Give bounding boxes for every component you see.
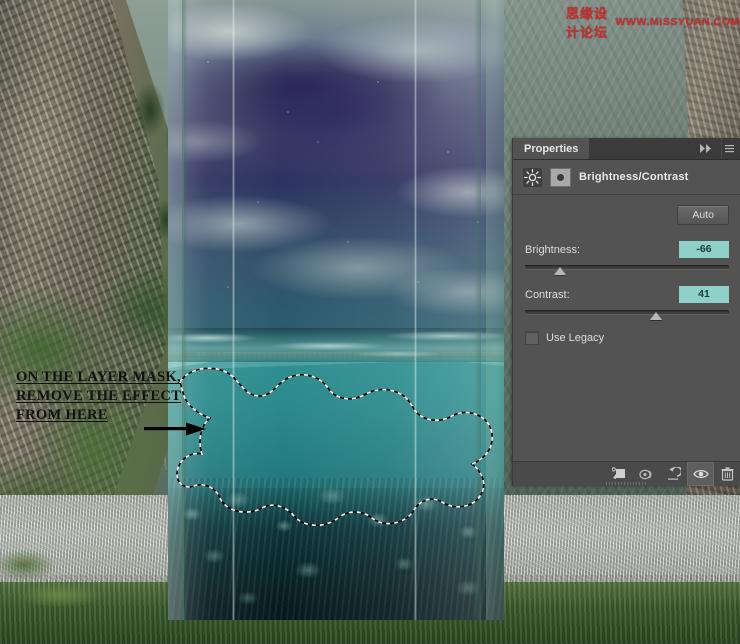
glass-bottle-composite <box>168 0 504 620</box>
tab-bar-filler <box>590 138 692 159</box>
photoshop-canvas-screenshot: ON THE LAYER MASK, REMOVE THE EFFECT FRO… <box>0 0 740 644</box>
delete-trash-icon[interactable] <box>714 462 740 486</box>
auto-button[interactable]: Auto <box>677 205 729 225</box>
bottle-glass-edge-right-inner <box>474 0 481 620</box>
panel-body: Auto Brightness: -66 Contrast: 41 Use Le… <box>513 195 740 460</box>
brightness-slider-thumb[interactable] <box>553 267 566 275</box>
contrast-control: Contrast: 41 <box>525 286 729 320</box>
contrast-label: Contrast: <box>525 288 570 301</box>
bottle-wave-highlights <box>168 326 504 364</box>
double-chevron-right-icon[interactable] <box>692 138 721 159</box>
brightness-control-top: Brightness: -66 <box>525 241 729 258</box>
toggle-visibility-eye-icon[interactable] <box>687 462 714 486</box>
watermark: 思缘设计论坛 WWW.MISSYUAN.COM <box>566 3 740 41</box>
reset-icon[interactable] <box>660 462 687 486</box>
use-legacy-row[interactable]: Use Legacy <box>525 331 729 345</box>
panel-menu-icon[interactable] <box>721 138 740 159</box>
contrast-slider-track[interactable] <box>525 310 729 320</box>
tab-properties-label: Properties <box>524 142 579 155</box>
annotation-line-2: REMOVE THE EFFECT <box>16 388 182 404</box>
adjustment-title: Brightness/Contrast <box>579 171 689 183</box>
tab-properties[interactable]: Properties <box>513 138 591 159</box>
panel-resize-grip[interactable] <box>606 482 648 485</box>
use-legacy-label: Use Legacy <box>546 332 605 344</box>
bottle-glass-edge-right <box>486 0 504 620</box>
watermark-url: WWW.MISSYUAN.COM <box>615 16 740 28</box>
contrast-value-field[interactable]: 41 <box>679 286 729 303</box>
auto-button-row: Auto <box>525 205 729 225</box>
panel-footer-toolbar <box>513 461 740 486</box>
contrast-control-top: Contrast: 41 <box>525 286 729 303</box>
bottle-glass-seam-left <box>232 0 235 620</box>
brightness-sun-icon <box>523 167 542 187</box>
bottle-glass-seam-right <box>414 0 417 620</box>
brightness-control: Brightness: -66 <box>525 241 729 275</box>
brightness-value-field[interactable]: -66 <box>679 241 729 258</box>
adjustment-header: Brightness/Contrast <box>513 160 740 195</box>
watermark-chinese-text: 思缘设计论坛 <box>566 6 609 40</box>
annotation-line-1: ON THE LAYER MASK, <box>16 369 181 385</box>
right-arrow-icon <box>144 422 206 436</box>
bottle-glass-edge-left-inner <box>182 0 188 620</box>
brightness-slider-track[interactable] <box>525 265 729 275</box>
annotation-text-block: ON THE LAYER MASK, REMOVE THE EFFECT FRO… <box>16 368 216 425</box>
bottle-stars <box>168 32 504 332</box>
use-legacy-checkbox[interactable] <box>525 331 539 345</box>
panel-tab-bar: Properties <box>513 138 740 160</box>
properties-panel[interactable]: Properties Brightness/Contrast Auto Brig… <box>512 138 740 486</box>
layer-mask-thumbnail[interactable] <box>550 167 571 187</box>
contrast-slider-thumb[interactable] <box>649 312 662 320</box>
brightness-label: Brightness: <box>525 243 581 256</box>
bottle-coral-texture <box>168 478 504 620</box>
